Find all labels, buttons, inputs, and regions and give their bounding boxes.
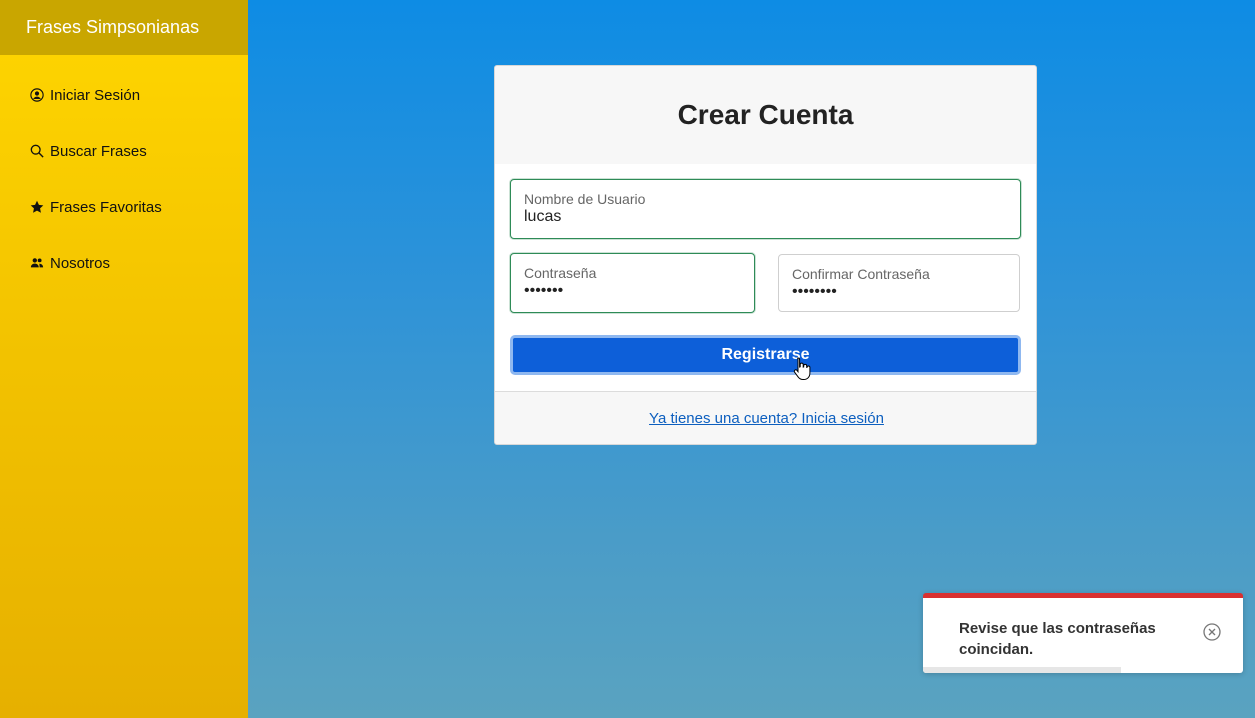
sidebar-item-search[interactable]: Buscar Frases	[30, 139, 147, 163]
error-toast: Revise que las contraseñas coincidan.	[923, 593, 1243, 673]
card-header: Crear Cuenta	[495, 66, 1036, 165]
username-field[interactable]: Nombre de Usuario	[510, 179, 1021, 239]
register-button[interactable]: Registrarse	[510, 335, 1021, 375]
toast-progress-bar	[923, 667, 1122, 673]
confirm-password-label: Confirmar Contraseña	[792, 266, 930, 282]
people-icon	[30, 256, 44, 270]
hand-cursor-icon	[792, 356, 812, 382]
confirm-password-field[interactable]: Confirmar Contraseña	[778, 254, 1020, 312]
page-title: Crear Cuenta	[677, 99, 854, 130]
close-icon[interactable]	[1202, 622, 1222, 642]
username-label: Nombre de Usuario	[524, 191, 646, 207]
sidebar: Frases Simpsonianas Iniciar Sesión Busca…	[0, 0, 248, 718]
brand-title[interactable]: Frases Simpsonianas	[0, 0, 248, 55]
sidebar-item-about[interactable]: Nosotros	[30, 251, 110, 275]
password-field[interactable]: Contraseña	[510, 253, 755, 313]
sidebar-item-label: Iniciar Sesión	[50, 86, 141, 104]
sidebar-item-login[interactable]: Iniciar Sesión	[30, 83, 140, 107]
search-icon	[30, 144, 44, 158]
username-input[interactable]	[524, 208, 932, 226]
login-link[interactable]: Ya tienes una cuenta? Inicia sesión	[495, 410, 1038, 427]
sidebar-item-label: Buscar Frases	[50, 142, 147, 160]
star-icon	[30, 200, 44, 214]
confirm-password-input[interactable]	[792, 283, 984, 301]
password-label: Contraseña	[524, 265, 597, 281]
password-input[interactable]	[524, 282, 719, 300]
toast-message: Revise que las contraseñas coincidan.	[959, 620, 1156, 658]
sidebar-item-label: Frases Favoritas	[50, 198, 162, 216]
sidebar-item-favorites[interactable]: Frases Favoritas	[30, 195, 162, 219]
sidebar-item-label: Nosotros	[50, 254, 111, 272]
user-circle-icon	[30, 88, 44, 102]
